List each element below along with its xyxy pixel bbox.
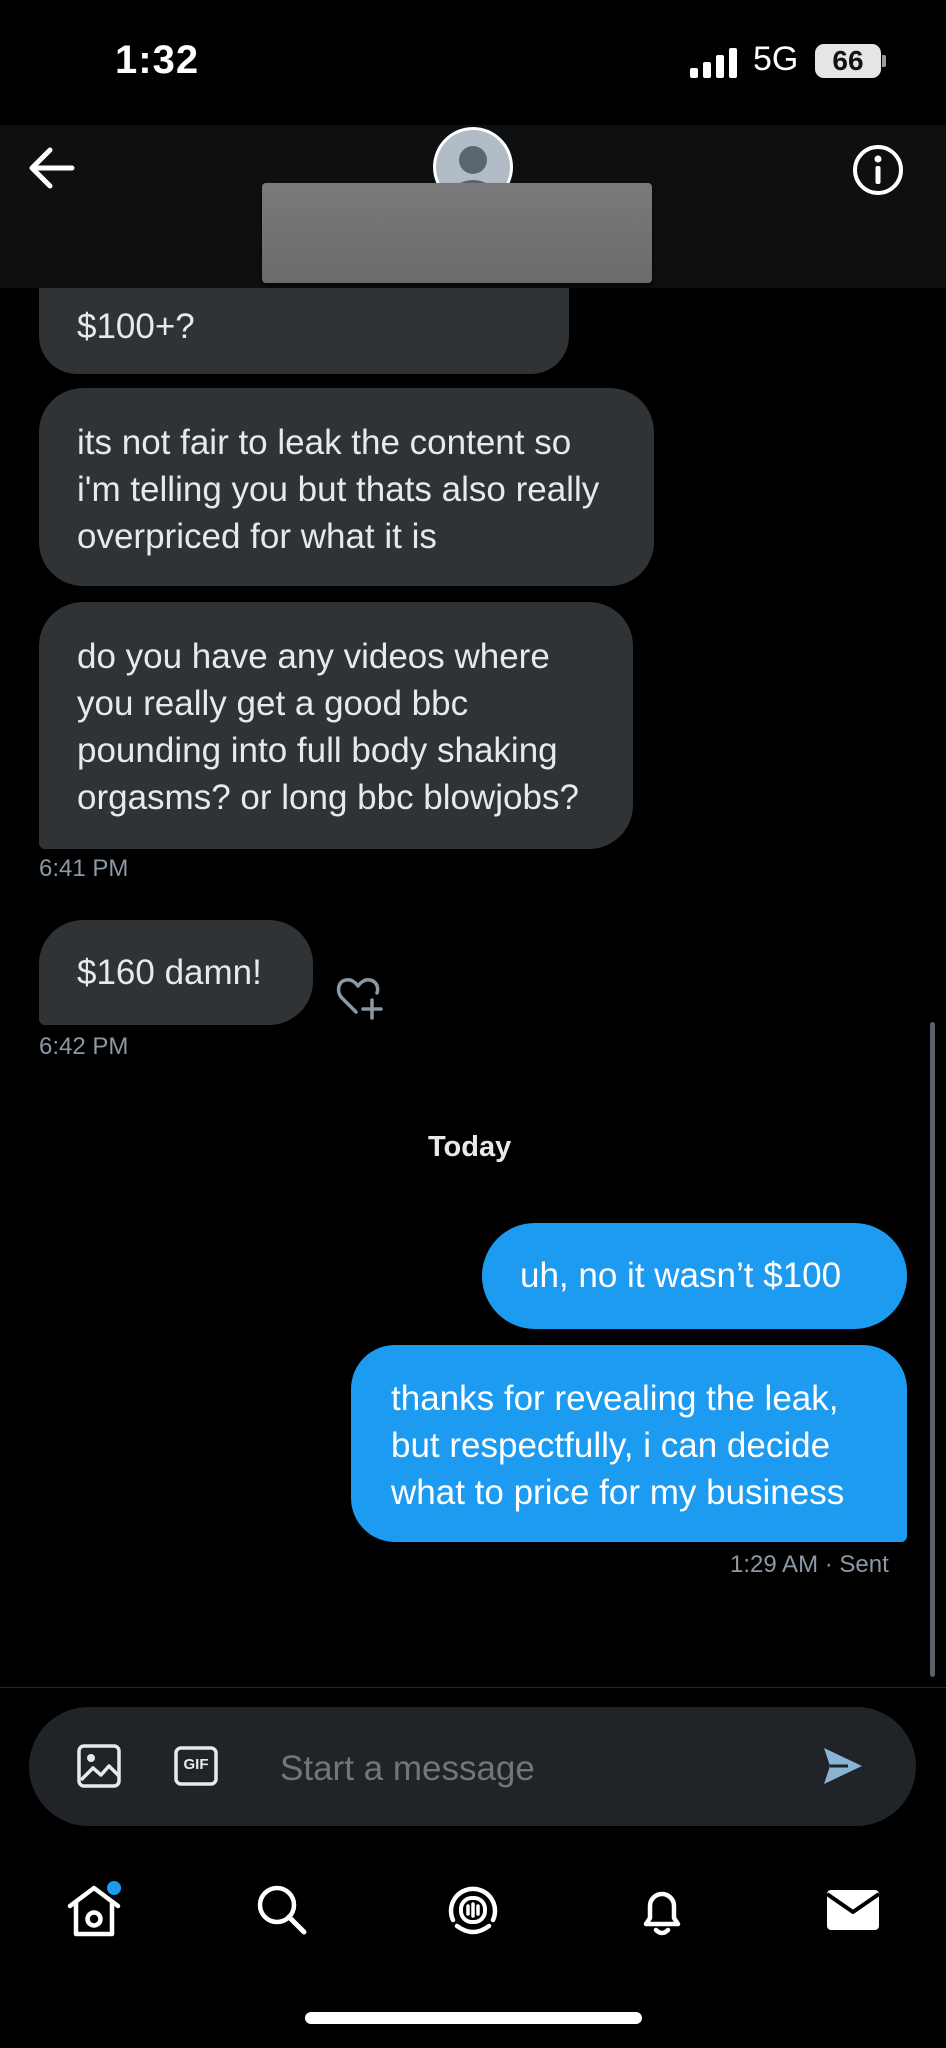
- composer-divider: [0, 1687, 946, 1688]
- home-icon[interactable]: [64, 1880, 124, 1940]
- message-sent[interactable]: uh, no it wasn’t $100: [482, 1223, 907, 1329]
- message-text: $100+?: [77, 307, 195, 346]
- message-received[interactable]: $100+?: [39, 288, 569, 374]
- sent-status: · Sent: [824, 1551, 889, 1578]
- message-sent[interactable]: thanks for revealing the leak, but respe…: [351, 1345, 907, 1542]
- message-text: $160 damn!: [77, 953, 262, 992]
- gif-label: GIF: [183, 1756, 209, 1773]
- sent-time: 1:29 AM: [730, 1551, 819, 1578]
- signal-icon: [690, 48, 737, 78]
- message-timestamp: 6:42 PM: [39, 1033, 129, 1060]
- add-reaction-icon[interactable]: [334, 972, 384, 1020]
- notifications-icon[interactable]: [632, 1880, 692, 1940]
- arrow-left-icon[interactable]: [22, 140, 82, 196]
- message-timestamp: 1:29 AM · Sent: [730, 1551, 889, 1579]
- gif-icon[interactable]: GIF: [172, 1742, 220, 1790]
- network-type: 5G: [753, 40, 799, 78]
- messages-icon[interactable]: [823, 1880, 883, 1940]
- battery-icon: [882, 55, 886, 67]
- scrollbar[interactable]: [930, 1022, 935, 1677]
- redacted-username: [262, 183, 652, 283]
- message-text: its not fair to leak the content so i'm …: [77, 423, 600, 556]
- message-received[interactable]: $160 damn!: [39, 920, 313, 1025]
- status-bar: 1:32 5G 66: [0, 0, 946, 125]
- send-icon[interactable]: [818, 1742, 866, 1790]
- spaces-icon[interactable]: [443, 1880, 503, 1940]
- status-time: 1:32: [115, 38, 200, 82]
- home-indicator[interactable]: [305, 2012, 642, 2024]
- message-timestamp: 6:41 PM: [39, 855, 129, 882]
- message-received[interactable]: its not fair to leak the content so i'm …: [39, 388, 654, 586]
- message-received[interactable]: do you have any videos where you really …: [39, 602, 633, 849]
- message-text: uh, no it wasn’t $100: [520, 1256, 842, 1295]
- message-text: do you have any videos where you really …: [77, 637, 579, 817]
- battery-level: 66: [815, 44, 881, 78]
- date-separator: Today: [428, 1131, 512, 1163]
- image-icon[interactable]: [75, 1742, 123, 1790]
- search-icon[interactable]: [252, 1880, 312, 1940]
- message-text: thanks for revealing the leak, but respe…: [391, 1379, 845, 1512]
- unread-dot: [107, 1881, 121, 1895]
- info-icon[interactable]: [848, 140, 908, 200]
- message-input[interactable]: [278, 1736, 802, 1802]
